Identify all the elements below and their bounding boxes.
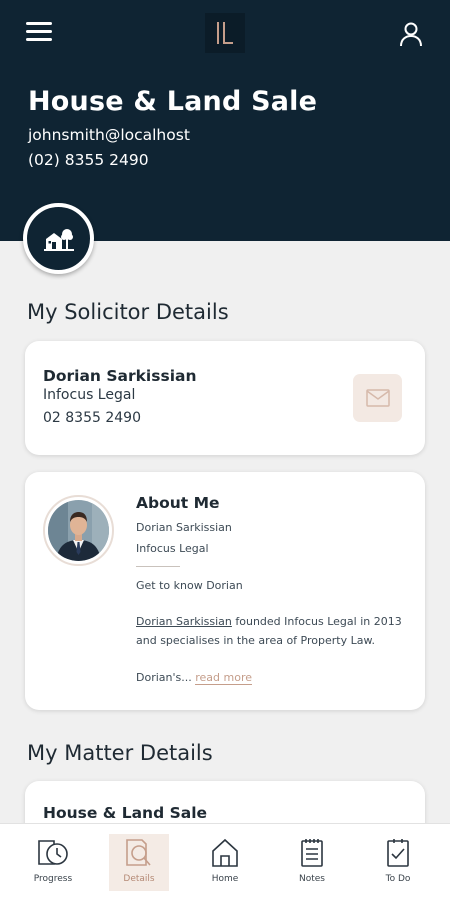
read-more-link[interactable]: read more [195, 671, 253, 685]
about-bio-line2: and specialises in the area of Property … [136, 634, 375, 647]
home-icon [212, 838, 238, 867]
nav-todo[interactable]: To Do [353, 824, 443, 900]
client-email: johnsmith@localhost [28, 126, 190, 144]
nav-home[interactable]: Home [180, 824, 270, 900]
nav-label-home: Home [211, 874, 239, 884]
envelope-icon [365, 389, 390, 407]
about-name: Dorian Sarkissian [136, 521, 232, 534]
solicitor-avatar [43, 495, 114, 566]
email-solicitor-button[interactable] [353, 374, 402, 422]
hamburger-menu-icon[interactable] [26, 22, 54, 44]
house-tree-icon [43, 228, 74, 251]
nav-details[interactable]: Details [94, 824, 184, 900]
page-title: House & Land Sale [28, 86, 318, 117]
bio-name-link[interactable]: Dorian Sarkissian [136, 615, 232, 628]
about-firm: Infocus Legal [136, 542, 209, 555]
about-intro: Get to know Dorian [136, 579, 243, 592]
user-profile-icon[interactable] [397, 20, 425, 48]
bio-line1-text: founded Infocus Legal in 2013 [231, 615, 402, 628]
nav-progress[interactable]: Progress [8, 824, 98, 900]
checklist-icon [387, 839, 409, 867]
about-divider [136, 566, 180, 567]
matter-section-title: My Matter Details [27, 741, 213, 765]
nav-label-details: Details [123, 874, 155, 884]
solicitor-name: Dorian Sarkissian [43, 367, 197, 385]
nav-label-todo: To Do [385, 874, 411, 884]
matter-name: House & Land Sale [43, 804, 208, 822]
about-excerpt: Dorian's... [136, 671, 192, 684]
solicitor-phone[interactable]: 02 8355 2490 [43, 410, 141, 426]
bottom-navigation: Progress Details Home Notes To Do [0, 823, 450, 900]
solicitor-firm: Infocus Legal [43, 387, 136, 403]
solicitor-card: Dorian Sarkissian Infocus Legal 02 8355 … [25, 341, 425, 455]
about-excerpt-line: Dorian's... read more [136, 671, 253, 685]
app-logo [205, 13, 245, 53]
nav-label-notes: Notes [299, 874, 325, 884]
about-card: About Me Dorian Sarkissian Infocus Legal… [25, 472, 425, 710]
nav-label-progress: Progress [33, 874, 73, 884]
nav-notes[interactable]: Notes [267, 824, 357, 900]
magnifier-document-icon [126, 839, 151, 866]
notepad-icon [301, 839, 323, 867]
property-badge [23, 203, 94, 274]
about-bio-line1: Dorian Sarkissian founded Infocus Legal … [136, 615, 402, 628]
about-title: About Me [136, 494, 220, 512]
solicitor-section-title: My Solicitor Details [27, 300, 229, 324]
client-phone: (02) 8355 2490 [28, 151, 149, 169]
clock-document-icon [38, 840, 68, 865]
